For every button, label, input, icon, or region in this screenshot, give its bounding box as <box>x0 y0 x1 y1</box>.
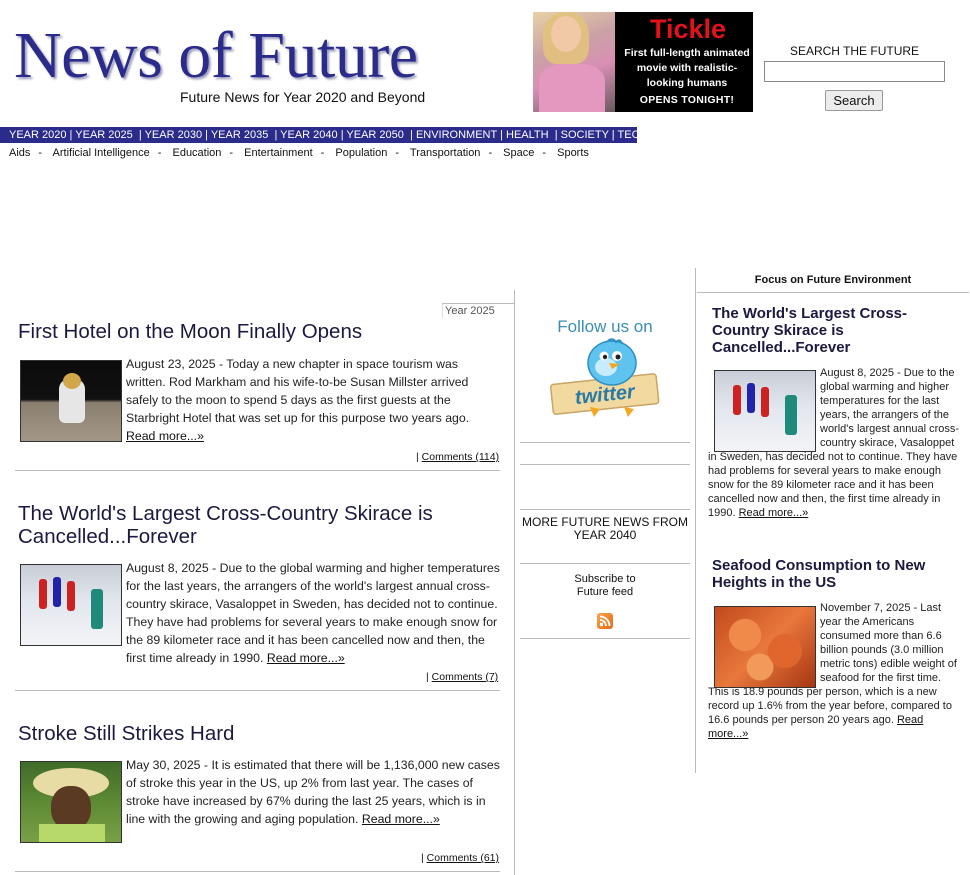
nav-item-year-2020[interactable]: YEAR 2020 <box>9 129 66 141</box>
nav-item-year-2035[interactable]: YEAR 2035 <box>211 129 268 141</box>
focus-article-summary: August 8, 2025 - Due to the global warmi… <box>708 367 960 519</box>
site-tagline: Future News for Year 2020 and Beyond <box>180 89 426 105</box>
section-divider <box>697 292 969 293</box>
article-title[interactable]: The World's Largest Cross-Country Skirac… <box>18 502 498 548</box>
movie-ad-banner[interactable]: Tickle First full-length animated movie … <box>533 12 753 112</box>
read-more-link[interactable]: Read more...» <box>362 812 440 826</box>
sidebar-divider <box>520 442 690 443</box>
focus-article-title[interactable]: The World's Largest Cross-Country Skirac… <box>712 305 947 356</box>
sidebar-divider <box>520 638 690 639</box>
sidebar-divider <box>520 563 690 564</box>
more-news-link[interactable]: MORE FUTURE NEWS FROM YEAR 2040 <box>520 516 690 542</box>
nav-item-society[interactable]: SOCIETY <box>561 129 609 141</box>
focus-article-summary: November 7, 2025 - Last year the America… <box>708 602 957 740</box>
read-more-link[interactable]: Read more...» <box>739 507 809 519</box>
search-button[interactable]: Search <box>825 90 883 111</box>
topic-item-entertainment[interactable]: Entertainment <box>244 147 312 159</box>
column-divider <box>695 268 696 773</box>
topic-item-space[interactable]: Space <box>503 147 534 159</box>
search-input[interactable] <box>764 61 945 82</box>
comments-link[interactable]: Comments (7) <box>432 671 499 683</box>
search-label: SEARCH THE FUTURE <box>789 44 920 58</box>
article-thumbnail[interactable] <box>20 564 122 646</box>
sidebar-divider <box>520 464 690 465</box>
read-more-link[interactable]: Read more...» <box>267 651 345 665</box>
article-divider <box>15 690 500 691</box>
twitter-bird-icon[interactable]: twitter <box>550 337 660 419</box>
focus-article-title[interactable]: Seafood Consumption to New Heights in th… <box>712 557 952 591</box>
sidebar-divider <box>520 509 690 510</box>
article-thumbnail[interactable] <box>20 761 122 843</box>
article-summary: August 8, 2025 - Due to the global warmi… <box>126 561 500 665</box>
ad-photo <box>533 12 615 112</box>
article-summary: May 30, 2025 - It is estimated that ther… <box>126 758 500 826</box>
comments-count: | Comments (114) <box>416 451 500 463</box>
subscribe-line: Future feed <box>576 586 634 598</box>
nav-item-environment[interactable]: ENVIRONMENT <box>416 129 497 141</box>
topic-item-aids[interactable]: Aids <box>9 147 30 159</box>
comments-link[interactable]: Comments (61) <box>427 852 499 864</box>
nav-item-year-2030[interactable]: YEAR 2030 <box>145 129 202 141</box>
topic-nav: Aids - Artificial Intelligence - Education… <box>9 147 589 159</box>
subscribe-line: Subscribe to <box>574 573 636 585</box>
subscribe-feed-link[interactable]: Subscribe to Future feed <box>520 573 690 599</box>
article-summary: August 23, 2025 - Today a new chapter in… <box>126 357 470 443</box>
topic-item-sports[interactable]: Sports <box>557 147 589 159</box>
topic-item-population[interactable]: Population <box>335 147 387 159</box>
follow-us-label: Follow us on <box>557 317 653 336</box>
comments-count: | Comments (7) <box>426 671 499 683</box>
nav-item-year-2050[interactable]: YEAR 2050 <box>346 129 403 141</box>
nav-item-year-2040[interactable]: YEAR 2040 <box>280 129 337 141</box>
nav-item-year-2025[interactable]: YEAR 2025 <box>75 129 132 141</box>
year-tag[interactable]: Year 2025 <box>442 303 514 318</box>
ad-subtitle: First full-length animated movie with re… <box>624 47 750 89</box>
article-divider <box>15 871 500 872</box>
comments-count: | Comments (61) <box>421 852 500 864</box>
ad-title: Tickle <box>649 14 727 44</box>
article-divider <box>15 470 500 471</box>
ad-cta: OPENS TONIGHT! <box>639 94 735 106</box>
topic-item-education[interactable]: Education <box>172 147 221 159</box>
nav-item-health[interactable]: HEALTH <box>506 129 549 141</box>
nav-item-technology[interactable]: TECHNOLOGY <box>618 129 695 141</box>
article-title[interactable]: Stroke Still Strikes Hard <box>18 722 498 745</box>
comments-link[interactable]: Comments (114) <box>422 451 499 463</box>
article-title[interactable]: First Hotel on the Moon Finally Opens <box>18 320 508 343</box>
site-logo[interactable]: News of Future <box>14 18 418 94</box>
rss-icon[interactable] <box>597 613 613 629</box>
topic-item-transportation[interactable]: Transportation <box>410 147 481 159</box>
read-more-link[interactable]: Read more...» <box>126 429 204 443</box>
main-nav: YEAR 2020 | YEAR 2025 | YEAR 2030 | YEAR… <box>0 127 695 143</box>
column-divider <box>514 290 515 875</box>
topic-item-ai[interactable]: Artificial Intelligence <box>53 147 150 159</box>
focus-section-title: Focus on Future Environment <box>754 274 912 286</box>
article-thumbnail[interactable] <box>20 360 122 442</box>
